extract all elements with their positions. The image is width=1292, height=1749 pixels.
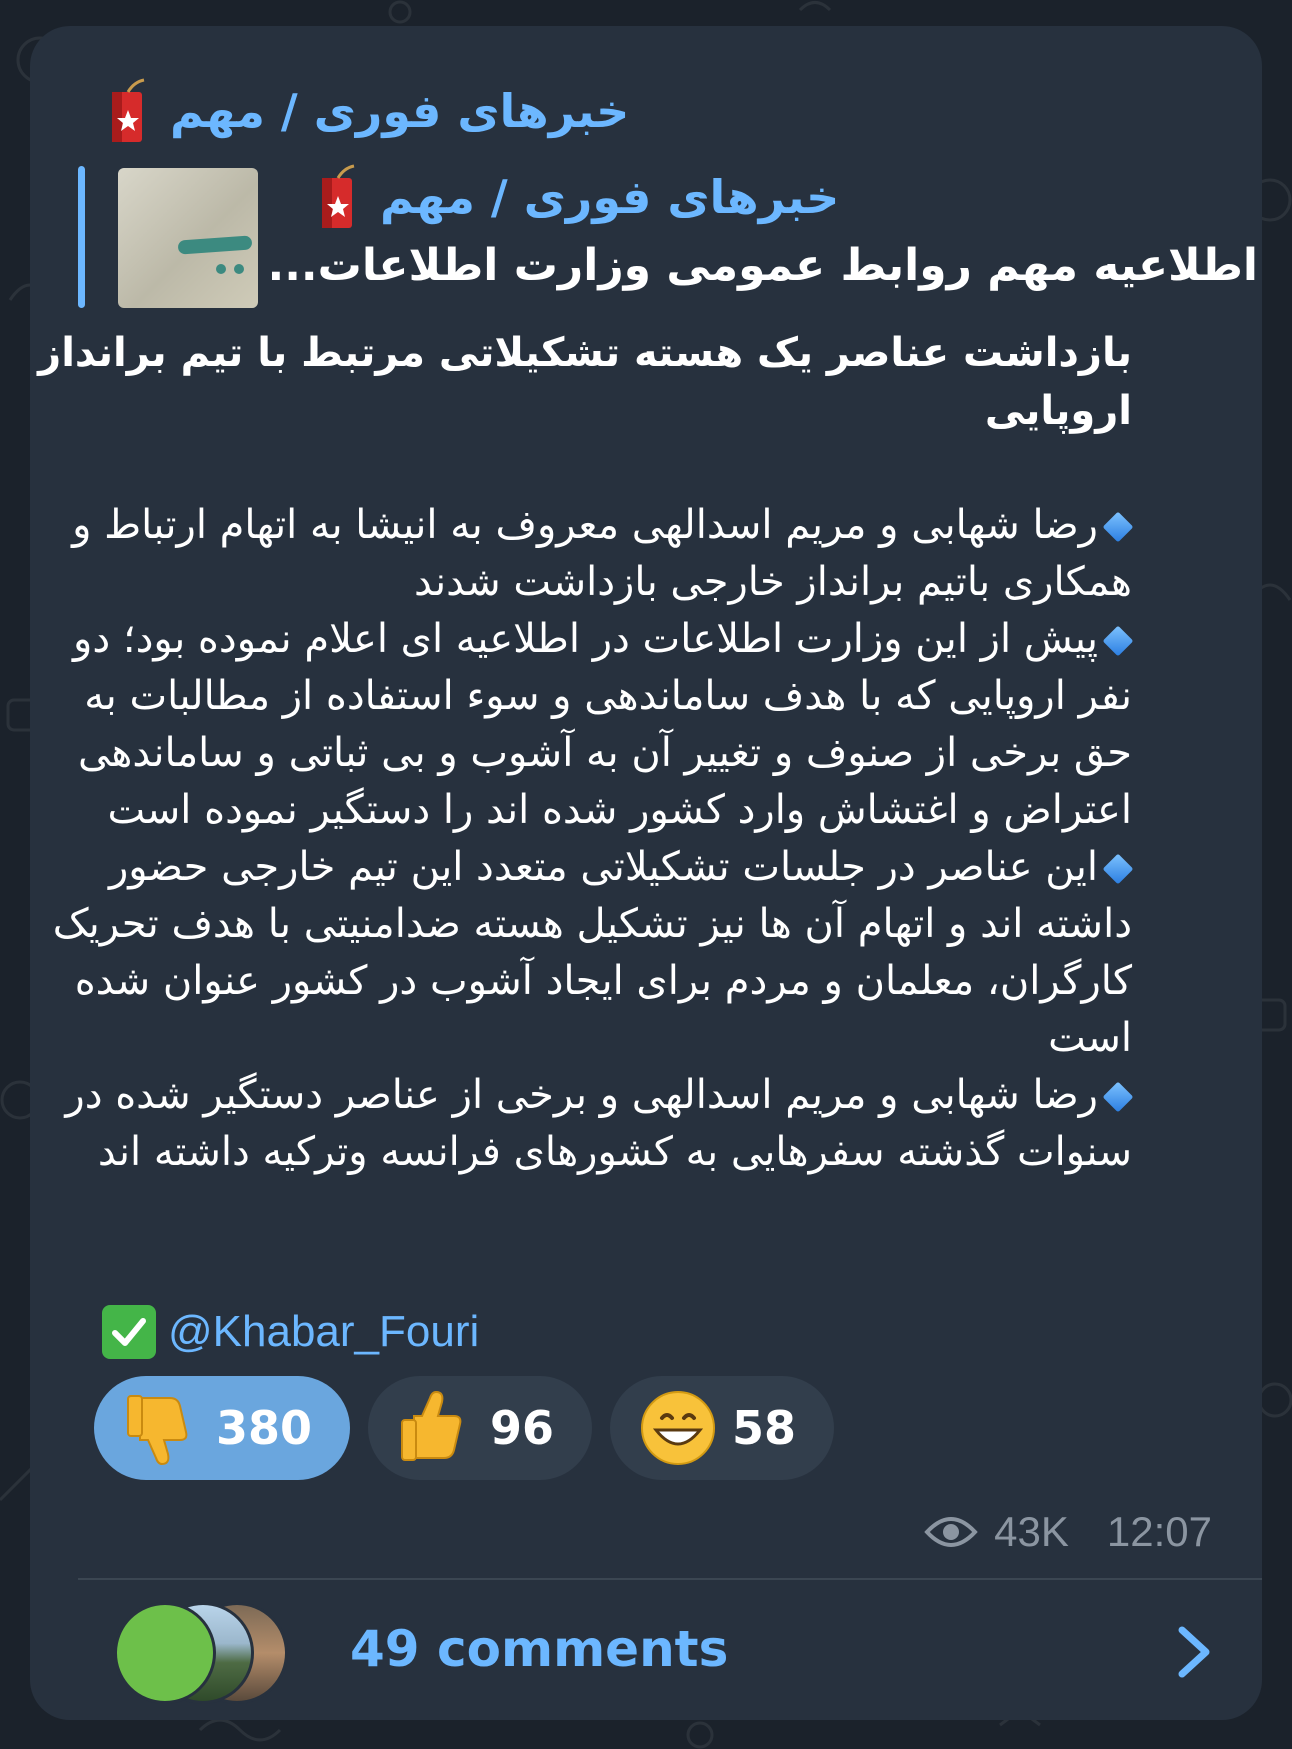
comments-button[interactable]: 49 comments bbox=[80, 1594, 1260, 1704]
reaction-grinning-face[interactable]: 58 bbox=[610, 1376, 835, 1480]
blue-diamond-icon bbox=[1102, 1081, 1134, 1113]
channel-handle-row: @Khabar_Fouri bbox=[102, 1302, 479, 1362]
view-count: 43K bbox=[994, 1508, 1069, 1555]
reactions-bar: 380 96 58 bbox=[94, 1376, 835, 1480]
reply-accent-bar bbox=[78, 166, 85, 308]
message-paragraph: رضا شهابی و مریم اسدالهی معروف به انیشا … bbox=[32, 497, 1134, 611]
reply-channel-name: خبرهای فوری / مهم bbox=[380, 170, 840, 224]
blue-diamond-icon bbox=[1102, 625, 1134, 657]
thumbs-up-icon bbox=[401, 1390, 462, 1461]
chevron-right-icon bbox=[1178, 1626, 1210, 1678]
reaction-count: 96 bbox=[490, 1401, 555, 1455]
comments-label: 49 comments bbox=[350, 1620, 729, 1678]
message-time: 12:07 bbox=[1106, 1508, 1212, 1555]
paragraph-text: رضا شهابی و مریم اسدالهی معروف به انیشا … bbox=[72, 502, 1132, 605]
reply-thumbnail bbox=[118, 168, 258, 308]
message-paragraph: رضا شهابی و مریم اسدالهی و برخی از عناصر… bbox=[32, 1067, 1134, 1181]
message-card[interactable]: خبرهای فوری / مهم خبرهای فوری / مهم اطلا… bbox=[30, 26, 1262, 1720]
paragraph-text: پیش از این وزارت اطلاعات در اطلاعیه ای ا… bbox=[73, 616, 1132, 833]
reaction-thumbs-up[interactable]: 96 bbox=[368, 1376, 593, 1480]
reply-channel-title: خبرهای فوری / مهم bbox=[318, 162, 839, 232]
eye-icon bbox=[924, 1517, 978, 1547]
message-paragraph: این عناصر در جلسات تشکیلاتی متعدد این تی… bbox=[32, 839, 1134, 1067]
channel-header[interactable]: خبرهای فوری / مهم bbox=[108, 76, 629, 146]
message-meta: 43K 12:07 bbox=[924, 1506, 1212, 1558]
commenter-avatars bbox=[80, 1594, 310, 1704]
paragraph-text: این عناصر در جلسات تشکیلاتی متعدد این تی… bbox=[52, 844, 1132, 1061]
thumbs-down-icon bbox=[127, 1395, 188, 1466]
reply-preview-text: اطلاعیه مهم روابط عمومی وزارت اطلاعات... bbox=[267, 240, 1259, 291]
message-body: بازداشت عناصر یک هسته تشکیلاتی مرتبط با … bbox=[32, 324, 1134, 1181]
reaction-count: 380 bbox=[216, 1401, 313, 1455]
message-paragraph: پیش از این وزارت اطلاعات در اطلاعیه ای ا… bbox=[32, 611, 1134, 839]
firecracker-icon bbox=[112, 78, 145, 142]
message-headline: بازداشت عناصر یک هسته تشکیلاتی مرتبط با … bbox=[38, 330, 1132, 434]
avatar bbox=[114, 1602, 216, 1704]
reply-preview[interactable]: خبرهای فوری / مهم اطلاعیه مهم روابط عموم… bbox=[78, 142, 1258, 312]
reaction-count: 58 bbox=[732, 1401, 797, 1455]
reaction-thumbs-down[interactable]: 380 bbox=[94, 1376, 351, 1480]
paragraph-text: رضا شهابی و مریم اسدالهی و برخی از عناصر… bbox=[65, 1072, 1132, 1175]
grinning-face-icon bbox=[641, 1391, 716, 1465]
blue-diamond-icon bbox=[1102, 511, 1134, 543]
check-mark-icon bbox=[102, 1305, 156, 1359]
firecracker-icon bbox=[322, 164, 355, 228]
divider bbox=[78, 1578, 1262, 1580]
blue-diamond-icon bbox=[1102, 853, 1134, 885]
channel-name[interactable]: خبرهای فوری / مهم bbox=[170, 84, 629, 138]
channel-handle-link[interactable]: @Khabar_Fouri bbox=[168, 1307, 479, 1357]
